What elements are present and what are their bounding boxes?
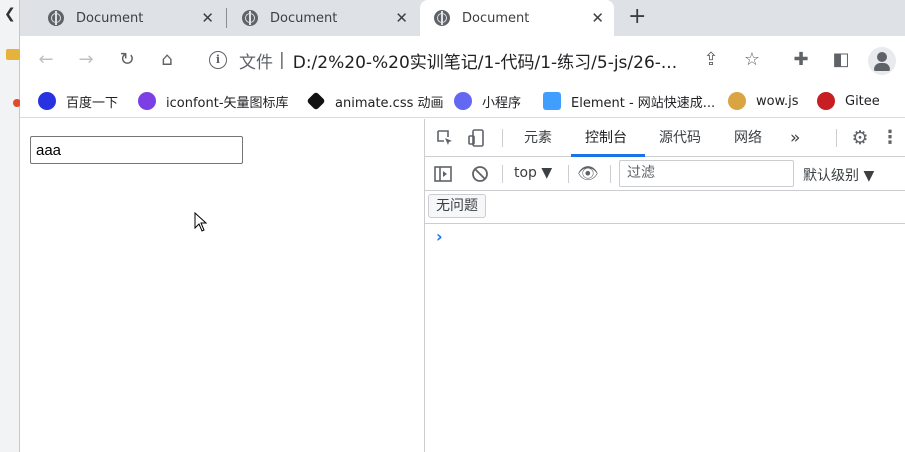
tab-console[interactable]: 控制台 xyxy=(571,119,645,157)
context-selector[interactable]: top ▼ xyxy=(514,165,552,181)
bookmark-label: 百度一下 xyxy=(66,95,119,111)
tab-elements[interactable]: 元素 xyxy=(524,119,552,157)
live-expression-eye-icon[interactable]: 👁 xyxy=(577,164,599,184)
clear-console-icon[interactable] xyxy=(470,164,490,184)
new-tab-icon[interactable]: + xyxy=(628,6,646,28)
settings-gear-icon[interactable]: ⚙ xyxy=(850,128,870,148)
toolbar-divider xyxy=(502,165,503,183)
close-icon[interactable]: ✕ xyxy=(395,9,408,27)
text-input[interactable] xyxy=(30,136,243,164)
bookmarks-bar: 百度一下 iconfont-矢量图标库 animate.css 动画 小程序 E… xyxy=(20,84,905,118)
bookmark-element[interactable]: Element - 网站快速成... xyxy=(543,91,715,111)
address-separator: | xyxy=(279,50,285,70)
bookmark-wowjs[interactable]: wow.js xyxy=(728,91,799,111)
info-icon[interactable]: i xyxy=(209,51,227,69)
log-levels-dropdown[interactable]: 默认级别 ▼ xyxy=(803,165,874,185)
browser-toolbar: ← → ↻ ⌂ i 文件 | D:/2%20-%20实训笔记/1-代码/1-练习… xyxy=(20,36,905,84)
tab-separator xyxy=(226,8,227,28)
browser-window: Document ✕ Document ✕ Document ✕ + ← → ↻… xyxy=(20,0,905,452)
console-toolbar: top ▼ 👁 过滤 默认级别 ▼ xyxy=(425,157,905,191)
doge-icon xyxy=(728,92,746,110)
share-icon[interactable]: ⇪ xyxy=(700,49,722,71)
toolbar-divider xyxy=(610,165,611,183)
tab-title: Document xyxy=(76,10,144,26)
globe-icon xyxy=(48,10,64,26)
globe-icon xyxy=(434,10,450,26)
console-prompt-icon[interactable]: › xyxy=(436,227,443,246)
miniprogram-icon xyxy=(454,92,472,110)
close-icon[interactable]: ✕ xyxy=(201,9,214,27)
more-tabs-icon[interactable]: » xyxy=(790,119,800,157)
bookmark-iconfont[interactable]: iconfont-矢量图标库 xyxy=(138,91,289,111)
issues-bar: 无问题 xyxy=(425,191,905,224)
security-chip[interactable]: 文件 xyxy=(239,48,273,73)
toolbar-divider xyxy=(836,129,837,147)
bookmark-label: Gitee xyxy=(845,93,880,109)
bookmark-star-icon[interactable]: ☆ xyxy=(741,49,763,71)
back-arrow-icon: ❮ xyxy=(4,6,16,22)
screen: ❮ Document ✕ Document ✕ Document ✕ + ← →… xyxy=(0,0,905,452)
inspect-element-icon[interactable] xyxy=(435,128,455,148)
devtools-tab-bar: 元素 控制台 源代码 网络 » ⚙ ⋮ xyxy=(425,119,905,157)
address-bar[interactable]: i 文件 | D:/2%20-%20实训笔记/1-代码/1-练习/5-js/26… xyxy=(195,42,765,78)
bookmark-label: Element - 网站快速成... xyxy=(571,95,716,111)
bookmark-animate[interactable]: animate.css 动画 xyxy=(306,91,444,111)
tab-strip: Document ✕ Document ✕ Document ✕ + xyxy=(20,0,905,36)
background-window-edge: ❮ xyxy=(0,0,21,452)
tab-network[interactable]: 网络 xyxy=(734,119,762,157)
tab-sources[interactable]: 源代码 xyxy=(659,119,701,157)
animate-icon xyxy=(306,91,326,111)
device-toolbar-icon[interactable] xyxy=(467,128,487,148)
bookmark-label: 小程序 xyxy=(482,95,522,111)
home-icon[interactable]: ⌂ xyxy=(155,48,179,72)
element-icon xyxy=(543,92,561,110)
forward-icon[interactable]: → xyxy=(74,48,98,72)
toolbar-divider xyxy=(502,129,503,147)
gitee-icon xyxy=(817,92,835,110)
devtools-panel: 元素 控制台 源代码 网络 » ⚙ ⋮ top ▼ 👁 过滤 默认级别 ▼ 无问… xyxy=(424,119,905,452)
close-icon[interactable]: ✕ xyxy=(591,9,604,27)
toolbar-divider xyxy=(568,165,569,183)
side-panel-icon[interactable]: ◧ xyxy=(830,49,852,71)
bookmark-label: iconfont-矢量图标库 xyxy=(166,95,289,111)
bookmark-label: animate.css 动画 xyxy=(335,95,444,111)
reload-icon[interactable]: ↻ xyxy=(115,48,139,72)
tab-document-active[interactable]: Document ✕ xyxy=(420,0,614,36)
sidebar-toggle-icon[interactable] xyxy=(433,164,453,184)
back-icon[interactable]: ← xyxy=(34,48,58,72)
bookmark-baidu[interactable]: 百度一下 xyxy=(38,91,118,111)
profile-avatar-icon[interactable] xyxy=(868,47,896,75)
tab-title: Document xyxy=(462,10,530,26)
issues-button[interactable]: 无问题 xyxy=(428,194,486,218)
bookmark-gitee[interactable]: Gitee xyxy=(817,91,880,111)
iconfont-icon xyxy=(138,92,156,110)
kebab-menu-icon[interactable]: ⋮ xyxy=(880,128,900,148)
tab-document-2[interactable]: Document ✕ xyxy=(228,0,418,36)
baidu-icon xyxy=(38,92,56,110)
extensions-icon[interactable]: ✚ xyxy=(790,49,812,71)
folder-icon xyxy=(6,49,20,60)
url-text[interactable]: D:/2%20-%20实训笔记/1-代码/1-练习/5-js/26-... xyxy=(293,48,677,73)
filter-input[interactable]: 过滤 xyxy=(619,160,794,187)
bookmark-miniprogram[interactable]: 小程序 xyxy=(454,91,521,111)
globe-icon xyxy=(242,10,258,26)
mouse-pointer-icon xyxy=(194,212,208,232)
tab-title: Document xyxy=(270,10,338,26)
bookmark-label: wow.js xyxy=(756,93,799,109)
tab-document-1[interactable]: Document ✕ xyxy=(34,0,224,36)
page-viewport xyxy=(20,119,424,452)
